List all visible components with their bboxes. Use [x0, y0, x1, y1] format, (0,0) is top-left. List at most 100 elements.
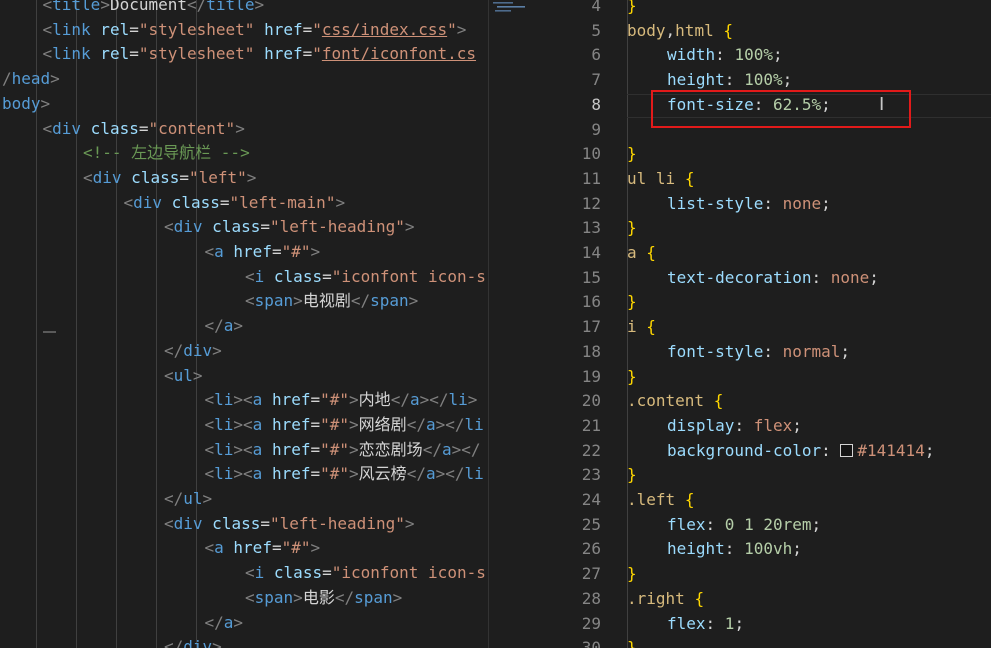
code-line[interactable]: 28 .right { [489, 587, 991, 612]
code-line[interactable]: <li><a href="#">网络剧</a></li [0, 413, 489, 438]
code-token: " [312, 44, 322, 64]
code-line[interactable]: 4} [489, 0, 991, 19]
code-line[interactable]: 20 .content { [489, 389, 991, 414]
code-token: </ [187, 0, 207, 14]
code-token: > [293, 587, 303, 607]
code-text: </a> [205, 611, 244, 636]
line-number: 27 [581, 564, 601, 584]
code-line[interactable]: 14 a { [489, 241, 991, 266]
code-token: : [821, 440, 841, 460]
code-line[interactable]: <div class="left-heading"> [0, 512, 489, 537]
code-token: head [11, 69, 51, 89]
code-token: 电视剧 [302, 291, 351, 311]
code-line[interactable]: 27} [489, 562, 991, 587]
code-line[interactable]: <li><a href="#">恋恋剧场</a></ [0, 438, 489, 463]
code-token: = [271, 242, 282, 261]
code-token: > [349, 390, 359, 410]
code-line[interactable]: 15 text-decoration: none; [489, 266, 991, 291]
line-number: 30 [581, 638, 601, 648]
code-text: text-decoration: none; [667, 266, 879, 291]
code-line[interactable]: <link rel="stylesheet" href="css/index.c… [0, 18, 489, 43]
code-line[interactable]: 26 height: 100vh; [489, 537, 991, 562]
code-line[interactable]: <a href="#"> [0, 240, 489, 265]
code-token: > [235, 118, 245, 138]
code-line[interactable]: 6 width: 100%; [489, 43, 991, 68]
code-token: : [705, 514, 725, 534]
code-token: = [310, 439, 321, 459]
code-token: class [121, 167, 180, 187]
code-token: ></ [451, 439, 481, 459]
code-token: body [627, 20, 666, 40]
code-token: flex [667, 514, 706, 534]
line-number: 4 [591, 0, 601, 15]
code-line[interactable]: <div class="left-heading"> [0, 215, 489, 240]
right-editor-pane[interactable]: 4} 5 body,html {6 width: 100%; 7 height: 100%… [489, 0, 991, 648]
code-token: </ [164, 637, 184, 648]
code-line[interactable]: <ul> [0, 364, 489, 389]
code-line[interactable]: <li><a href="#">内地</a></li> [0, 388, 489, 413]
code-line[interactable]: 30} [489, 636, 991, 648]
code-line[interactable]: </div> [0, 635, 489, 648]
line-number: 7 [591, 70, 601, 90]
color-swatch-icon[interactable] [840, 443, 854, 457]
i-beam-cursor-icon: I [879, 93, 885, 115]
code-token: > [233, 612, 244, 632]
code-line[interactable]: 29 flex: 1; [489, 612, 991, 637]
left-editor-pane[interactable]: <title>Document</title> <link rel="styles… [0, 0, 489, 648]
code-line[interactable]: /head> [0, 67, 489, 92]
code-token: < [204, 242, 215, 261]
code-line[interactable]: <title>Document</title> [0, 0, 489, 18]
code-line[interactable]: <li><a href="#">风云榜</a></li [0, 462, 489, 487]
code-token: div [173, 513, 203, 533]
code-line[interactable]: 23} [489, 463, 991, 488]
code-line[interactable]: </div> [0, 339, 489, 364]
code-line[interactable]: 21 display: flex; [489, 414, 991, 439]
code-line[interactable]: 18 font-style: normal; [489, 340, 991, 365]
code-line[interactable]: body> [0, 92, 489, 117]
code-token: </ [164, 489, 184, 508]
code-line[interactable]: 22 background-color: #141414; [489, 439, 991, 464]
code-line[interactable]: <a href="#"> [0, 536, 489, 561]
code-token: { [694, 588, 705, 608]
code-line[interactable]: <!-- 左边导航栏 --> [0, 141, 489, 166]
code-line[interactable]: <div class="left-main"> [0, 191, 489, 216]
code-token: , [665, 20, 676, 40]
code-line[interactable]: <div class="left"> [0, 166, 489, 191]
code-token: = [129, 44, 139, 64]
code-token: "#" [320, 439, 350, 459]
code-line[interactable]: <div class="content"> [0, 117, 489, 142]
code-line[interactable]: 17 i { [489, 315, 991, 340]
code-line[interactable]: <link rel="stylesheet" href="font/iconfo… [0, 42, 489, 67]
code-text: <link rel="stylesheet" href="font/iconfo… [43, 42, 477, 67]
code-token: </ [406, 414, 426, 434]
code-line[interactable]: 16} [489, 290, 991, 315]
code-line[interactable]: </a> [0, 611, 489, 636]
code-line[interactable]: </ul> [0, 487, 489, 512]
code-line[interactable]: </a> [0, 314, 489, 339]
code-token: div [183, 637, 213, 648]
code-line[interactable]: 24 .left { [489, 488, 991, 513]
code-line[interactable]: 10} [489, 142, 991, 167]
code-text: } [627, 142, 637, 167]
code-token: 100vh [744, 539, 793, 559]
code-line[interactable]: <i class="iconfont icon-s [0, 561, 489, 586]
line-number: 9 [591, 119, 601, 139]
code-line[interactable]: 5 body,html { [489, 19, 991, 44]
code-token: { [684, 168, 695, 188]
code-token: href [223, 538, 272, 558]
code-line[interactable]: 25 flex: 0 1 20rem; [489, 513, 991, 538]
code-line[interactable]: <span>电影</span> [0, 586, 489, 611]
code-line[interactable]: 13} [489, 216, 991, 241]
code-line[interactable]: 11 ul li { [489, 167, 991, 192]
code-token: } [627, 564, 637, 584]
code-text: } [627, 365, 637, 390]
code-text: a { [627, 241, 656, 266]
code-line[interactable]: 12 list-style: none; [489, 192, 991, 217]
code-line[interactable]: <span>电视剧</span> [0, 289, 489, 314]
code-text: <div class="content"> [43, 117, 245, 142]
code-line[interactable]: <i class="iconfont icon-s [0, 265, 489, 290]
code-line[interactable]: 19} [489, 365, 991, 390]
code-token: ul [183, 489, 203, 508]
line-number: 15 [581, 267, 601, 287]
line-number: 12 [581, 193, 601, 213]
